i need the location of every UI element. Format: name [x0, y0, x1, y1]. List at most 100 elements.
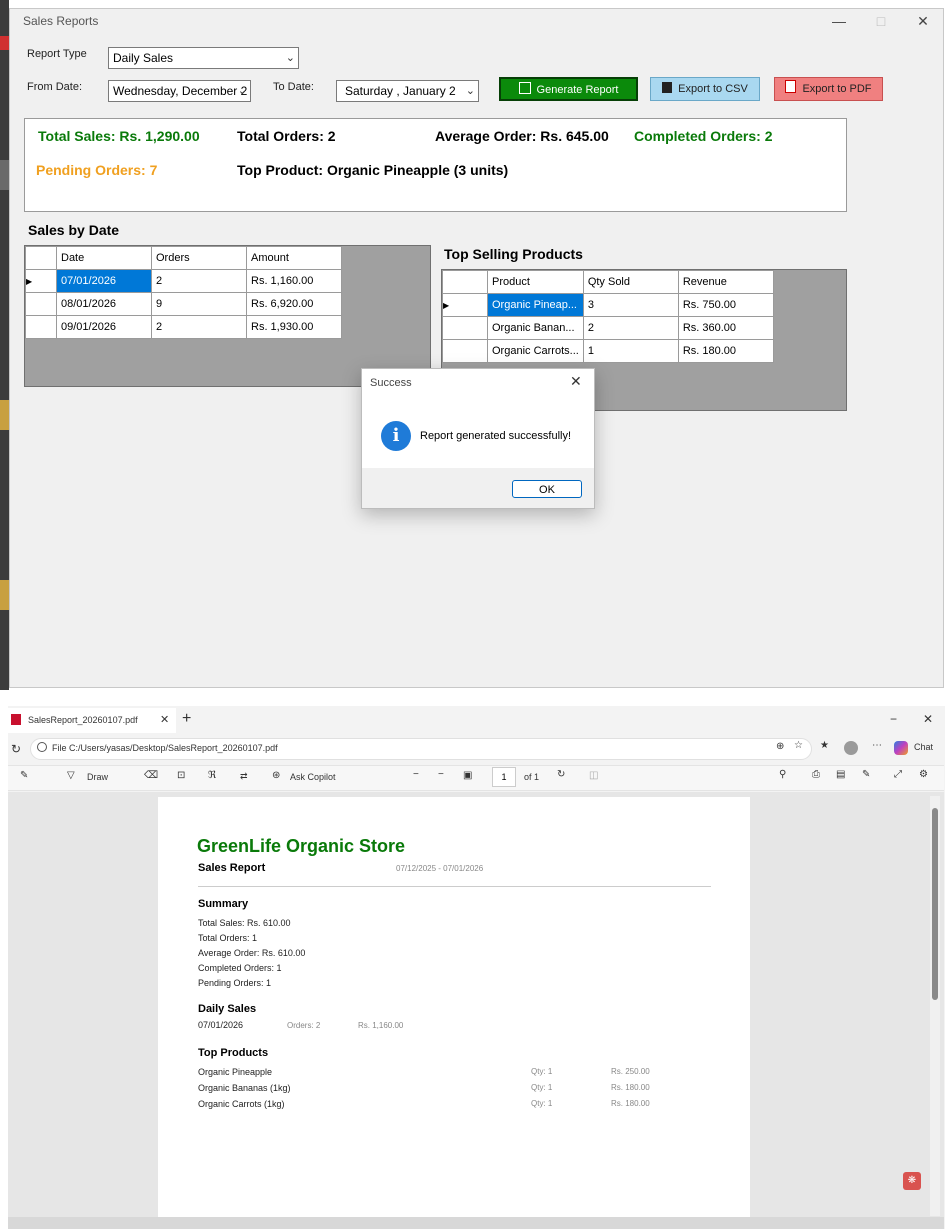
sales-by-date-grid[interactable]: Date Orders Amount ▶ 07/01/2026 2 Rs. 1,…: [24, 245, 431, 387]
orders-cell[interactable]: 2: [151, 315, 247, 339]
table-row[interactable]: ▶ Organic Pineap... 3 Rs. 750.00: [442, 293, 774, 317]
pdf-date-range: 07/12/2025 - 07/01/2026: [396, 864, 484, 873]
zoom-icon[interactable]: ⊕: [776, 741, 784, 752]
pdf-file-icon: [785, 80, 797, 93]
new-tab-plus-icon[interactable]: +: [182, 710, 191, 728]
close-icon[interactable]: ✕: [923, 712, 933, 726]
column-header-amount[interactable]: Amount: [246, 246, 342, 270]
table-row[interactable]: 08/01/2026 9 Rs. 6,920.00: [25, 292, 342, 316]
to-date-value: Saturday , January 2: [345, 84, 456, 98]
column-header-revenue[interactable]: Revenue: [677, 270, 774, 294]
maximize-button[interactable]: □: [864, 10, 898, 32]
fit-page-icon[interactable]: ▣: [463, 770, 472, 781]
favorites-icon[interactable]: ★: [820, 740, 829, 751]
info-circle-icon[interactable]: [37, 742, 47, 752]
acrobat-icon[interactable]: ❋: [903, 1172, 921, 1190]
ask-copilot-label[interactable]: Ask Copilot: [290, 772, 336, 782]
product-cell[interactable]: Organic Pineap...: [487, 293, 584, 317]
profile-avatar[interactable]: [844, 741, 858, 755]
pdf-product-revenue: Rs. 250.00: [611, 1067, 650, 1076]
page-count: of 1: [524, 772, 540, 782]
zoom-in-icon[interactable]: −: [438, 769, 444, 780]
dialog-close-icon[interactable]: ✕: [570, 373, 582, 390]
draw-icon[interactable]: ▽: [67, 770, 75, 781]
row-header[interactable]: [442, 339, 488, 363]
translate-icon[interactable]: ⇄: [240, 771, 248, 782]
success-dialog: Success ✕ i Report generated successfull…: [361, 368, 595, 509]
date-cell[interactable]: 08/01/2026: [56, 292, 152, 316]
save-as-icon[interactable]: ✎: [862, 769, 870, 780]
table-row[interactable]: Organic Banan... 2 Rs. 360.00: [442, 316, 774, 340]
qty-cell[interactable]: 3: [582, 293, 679, 317]
report-type-select[interactable]: Daily Sales ⌄: [108, 47, 299, 69]
orders-cell[interactable]: 9: [151, 292, 247, 316]
sales-by-date-table: Date Orders Amount ▶ 07/01/2026 2 Rs. 1,…: [25, 246, 342, 339]
column-header-qty-sold[interactable]: Qty Sold: [582, 270, 679, 294]
revenue-cell[interactable]: Rs. 360.00: [677, 316, 774, 340]
table-row[interactable]: ▶ 07/01/2026 2 Rs. 1,160.00: [25, 269, 342, 293]
page-number-input[interactable]: 1: [492, 767, 516, 787]
product-cell[interactable]: Organic Banan...: [487, 316, 584, 340]
generate-report-label: Generate Report: [536, 84, 619, 96]
minimize-button[interactable]: —: [822, 10, 856, 32]
revenue-cell[interactable]: Rs. 180.00: [677, 339, 774, 363]
rotate-icon[interactable]: ↻: [557, 769, 565, 780]
generate-report-button[interactable]: Generate Report: [499, 77, 638, 101]
address-text[interactable]: File C:/Users/yasas/Desktop/SalesReport_…: [52, 743, 278, 753]
report-type-value: Daily Sales: [113, 51, 174, 65]
revenue-cell[interactable]: Rs. 750.00: [677, 293, 774, 317]
amount-cell[interactable]: Rs. 1,930.00: [246, 315, 342, 339]
column-header-product[interactable]: Product: [487, 270, 584, 294]
top-selling-products-heading: Top Selling Products: [444, 246, 583, 262]
from-date-picker[interactable]: Wednesday, December 2 ⌄: [108, 80, 251, 102]
fullscreen-icon[interactable]: ⤢: [894, 769, 902, 780]
date-cell[interactable]: 07/01/2026: [56, 269, 152, 293]
eraser-icon[interactable]: ⌫: [144, 770, 158, 781]
pdf-divider: [198, 886, 711, 887]
page-view-icon[interactable]: ◫: [589, 770, 598, 781]
row-header[interactable]: [25, 292, 57, 316]
zoom-out-icon[interactable]: −: [413, 769, 419, 780]
more-options-icon[interactable]: ⋯: [872, 740, 882, 751]
orders-cell[interactable]: 2: [151, 269, 247, 293]
total-orders-stat: Total Orders: 2: [237, 128, 336, 144]
chat-label[interactable]: Chat: [914, 742, 933, 752]
pdf-daily-heading: Daily Sales: [198, 1003, 257, 1015]
column-header-date[interactable]: Date: [56, 246, 152, 270]
ok-button[interactable]: OK: [512, 480, 582, 498]
save-icon[interactable]: ▤: [836, 769, 845, 780]
row-header-corner: [25, 246, 57, 270]
favorite-star-icon[interactable]: ☆: [794, 740, 803, 751]
scrollbar-thumb[interactable]: [932, 808, 938, 1000]
qty-cell[interactable]: 2: [582, 316, 679, 340]
row-header[interactable]: [442, 316, 488, 340]
close-button[interactable]: ✕: [906, 10, 940, 32]
search-icon[interactable]: ⚲: [779, 769, 786, 780]
settings-gear-icon[interactable]: ⚙: [919, 769, 928, 780]
export-csv-button[interactable]: Export to CSV: [650, 77, 760, 101]
date-cell[interactable]: 09/01/2026: [56, 315, 152, 339]
read-aloud-icon[interactable]: ℜ: [208, 770, 216, 781]
qty-cell[interactable]: 1: [582, 339, 679, 363]
text-box-icon[interactable]: ⊡: [177, 770, 185, 781]
amount-cell[interactable]: Rs. 6,920.00: [246, 292, 342, 316]
copilot-small-icon[interactable]: ⊛: [272, 770, 280, 781]
product-cell[interactable]: Organic Carrots...: [487, 339, 584, 363]
print-icon[interactable]: ⎙: [812, 769, 820, 780]
highlight-icon[interactable]: ✎: [20, 770, 28, 781]
table-row[interactable]: Organic Carrots... 1 Rs. 180.00: [442, 339, 774, 363]
window-title: Sales Reports: [23, 14, 99, 28]
export-pdf-button[interactable]: Export to PDF: [774, 77, 883, 101]
tab-close-icon[interactable]: ✕: [160, 713, 169, 726]
draw-label[interactable]: Draw: [87, 772, 108, 782]
row-header[interactable]: [25, 315, 57, 339]
table-row[interactable]: 09/01/2026 2 Rs. 1,930.00: [25, 315, 342, 339]
to-date-picker[interactable]: Saturday , January 2 ⌄: [336, 80, 479, 102]
copilot-icon[interactable]: [894, 741, 908, 755]
pdf-store-name: GreenLife Organic Store: [197, 836, 406, 856]
refresh-icon[interactable]: ↻: [11, 742, 21, 756]
minimize-icon[interactable]: −: [890, 712, 897, 726]
column-header-orders[interactable]: Orders: [151, 246, 247, 270]
amount-cell[interactable]: Rs. 1,160.00: [246, 269, 342, 293]
pdf-product-qty: Qty: 1: [531, 1083, 553, 1092]
